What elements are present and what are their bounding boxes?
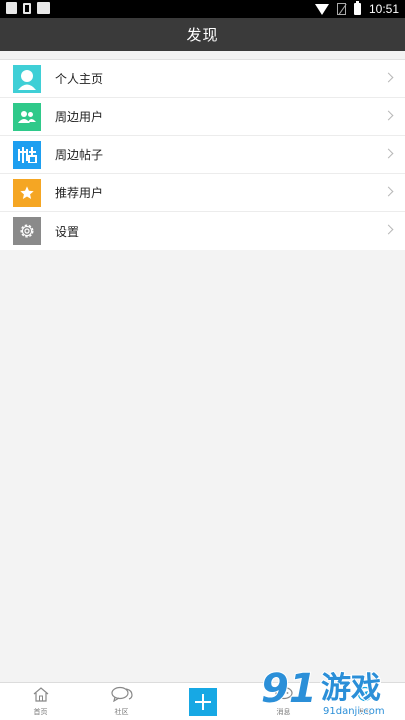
svg-text:游戏: 游戏 [321, 671, 381, 706]
status-bar: 10:51 [0, 0, 405, 18]
page-title: 发现 [186, 26, 219, 44]
site-watermark: 91 游戏 91danji.com [259, 660, 399, 718]
title-bar: 发现 [0, 18, 405, 51]
menu-item-label: 周边帖子 [55, 148, 104, 162]
star-icon [13, 178, 41, 207]
status-bar-left-icons [6, 2, 50, 14]
wifi-icon [314, 3, 329, 15]
tab-community[interactable]: 社区 [81, 683, 162, 720]
notification-icon [6, 2, 17, 14]
no-sim-icon [336, 3, 346, 15]
chat-icon [110, 686, 133, 706]
person-icon [13, 64, 41, 93]
battery-icon [353, 1, 361, 15]
app-notification-icon [23, 2, 31, 14]
users-icon [13, 102, 41, 131]
menu-item-label: 设置 [55, 224, 80, 239]
svg-text:91: 91 [261, 666, 317, 712]
tab-publish[interactable] [162, 683, 243, 720]
discover-menu-list: 个人主页 周边用户 周边帖子 推荐用户 设置 [0, 59, 405, 250]
tab-label: 首页 [33, 708, 48, 716]
post-icon [13, 140, 41, 169]
chevron-right-icon [383, 148, 394, 159]
chevron-right-icon [383, 186, 394, 197]
menu-item-profile[interactable]: 个人主页 [0, 60, 405, 98]
menu-item-label: 个人主页 [55, 72, 104, 86]
status-time: 10:51 [368, 2, 399, 16]
gear-icon [13, 217, 41, 245]
menu-item-label: 推荐用户 [55, 186, 104, 200]
menu-item-recommended-users[interactable]: 推荐用户 [0, 174, 405, 212]
menu-item-settings[interactable]: 设置 [0, 212, 405, 250]
menu-item-label: 周边用户 [55, 110, 104, 124]
app-notification-icon [37, 2, 50, 14]
tab-label: 社区 [114, 708, 129, 716]
tab-home[interactable]: 首页 [0, 683, 81, 720]
chevron-right-icon [383, 72, 394, 83]
chevron-right-icon [383, 224, 394, 235]
menu-item-nearby-posts[interactable]: 周边帖子 [0, 136, 405, 174]
menu-item-nearby-users[interactable]: 周边用户 [0, 98, 405, 136]
home-icon [32, 686, 50, 706]
svg-text:91danji.com: 91danji.com [323, 706, 385, 717]
chevron-right-icon [383, 110, 394, 121]
status-bar-right: 10:51 [314, 1, 399, 16]
plus-icon [188, 687, 217, 716]
